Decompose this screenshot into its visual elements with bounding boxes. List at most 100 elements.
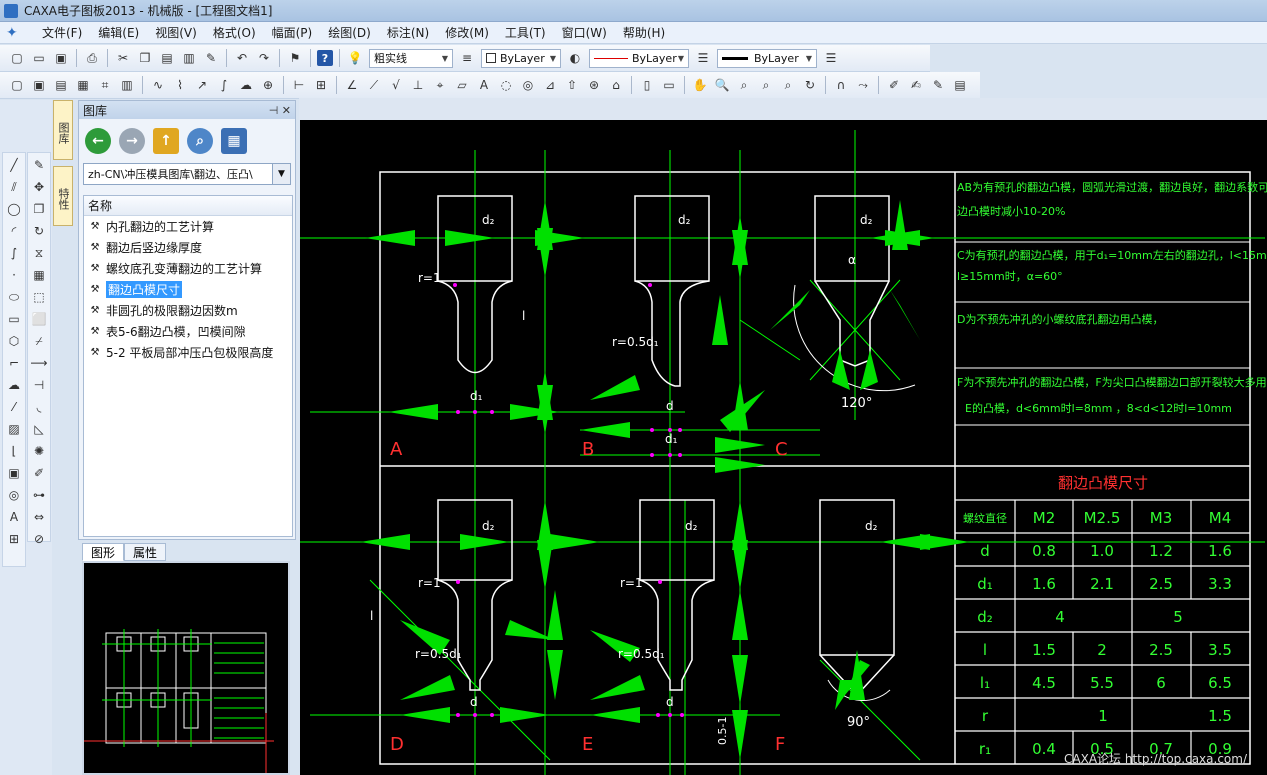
ellipse-icon[interactable]: ⬭ [4, 287, 24, 307]
extend-icon[interactable]: ⟶ [29, 353, 49, 373]
snap-icon[interactable]: ⤳ [854, 76, 872, 94]
block-icon[interactable]: ◎ [4, 485, 24, 505]
format-painter-icon[interactable]: ✎ [929, 76, 947, 94]
circle-icon[interactable]: ◯ [4, 199, 24, 219]
sheet-size-icon[interactable]: ▢ [8, 76, 26, 94]
rectangle-icon[interactable]: ▭ [4, 309, 24, 329]
menu-dimension[interactable]: 标注(N) [379, 24, 437, 41]
fillet-icon[interactable]: ◟ [29, 397, 49, 417]
text-icon[interactable]: A [475, 76, 493, 94]
frame-icon[interactable]: ▣ [30, 76, 48, 94]
cloud-icon[interactable]: ☁ [237, 76, 255, 94]
menu-format[interactable]: 格式(O) [205, 24, 264, 41]
fill-icon[interactable]: ▣ [4, 463, 24, 483]
back-icon[interactable]: ← [85, 128, 111, 154]
paste-special-icon[interactable]: ▥ [180, 49, 198, 67]
construction-line-icon[interactable]: ⁄ [4, 397, 24, 417]
text-draw-icon[interactable]: A [4, 507, 24, 527]
list-item[interactable]: ⚒ 非圆孔的极限翻边因数m [84, 300, 292, 321]
dimension-icon[interactable]: ⊢ [290, 76, 308, 94]
help-icon[interactable]: ? [317, 50, 333, 66]
library-path-combo[interactable]: zh-CN\冲压模具图库\翻边、压凸\ ▼ [83, 163, 291, 185]
explode-icon[interactable]: ✺ [29, 441, 49, 461]
list-item[interactable]: ⚒ 螺纹底孔变薄翻边的工艺计算 [84, 258, 292, 279]
arrow-icon[interactable]: ↗ [193, 76, 211, 94]
brush-icon[interactable]: ✐ [885, 76, 903, 94]
layer-state-icon[interactable]: 💡 [346, 49, 364, 67]
measure-icon[interactable]: ▭ [660, 76, 678, 94]
forward-icon[interactable]: → [119, 128, 145, 154]
regen-icon[interactable]: ↻ [801, 76, 819, 94]
rotate-icon[interactable]: ↻ [29, 221, 49, 241]
up-folder-icon[interactable]: ↑ [153, 128, 179, 154]
tolerance-icon[interactable]: ⌖ [431, 76, 449, 94]
zoom-previous-icon[interactable]: ⌕ [779, 76, 797, 94]
scale-icon[interactable]: ⬚ [29, 287, 49, 307]
pan-icon[interactable]: ✋ [691, 76, 709, 94]
menu-window[interactable]: 窗口(W) [554, 24, 615, 41]
app-menu-icon[interactable]: ✦ [6, 25, 26, 41]
list-column-header[interactable]: 名称 [84, 196, 292, 216]
view-mode-icon[interactable]: ▦ [221, 128, 247, 154]
erase-icon[interactable]: ✎ [29, 155, 49, 175]
align-icon[interactable]: ⇔ [29, 507, 49, 527]
break-line-icon[interactable]: ⌇ [171, 76, 189, 94]
datum-icon[interactable]: ⊥ [409, 76, 427, 94]
cut-icon[interactable]: ✂ [114, 49, 132, 67]
balloon-icon[interactable]: ◌ [497, 76, 515, 94]
hatch-icon[interactable]: ⚑ [286, 49, 304, 67]
arc-icon[interactable]: ◜ [4, 221, 24, 241]
hatch-draw-icon[interactable]: ▨ [4, 419, 24, 439]
engineering-drawing[interactable]: A B C D E F d₂ d₂ d₂ d₂ d₂ d₂ d₁ d₁ d d … [300, 120, 1267, 775]
view-arrow-icon[interactable]: ⇧ [563, 76, 581, 94]
mark-icon[interactable]: ⌂ [607, 76, 625, 94]
magnet-icon[interactable]: ∩ [832, 76, 850, 94]
list-item[interactable]: ⚒ 表5-6翻边凸模，凹模间隙 [84, 321, 292, 342]
leader-icon[interactable]: ⟋ [365, 76, 383, 94]
move-icon[interactable]: ✥ [29, 177, 49, 197]
print-icon[interactable]: ⎙ [83, 49, 101, 67]
menu-view[interactable]: 视图(V) [147, 24, 205, 41]
zoom-extents-icon[interactable]: ⌕ [757, 76, 775, 94]
spline-draw-icon[interactable]: ∫ [4, 243, 24, 263]
properties-icon[interactable]: ▯ [638, 76, 656, 94]
paste-icon[interactable]: ▤ [158, 49, 176, 67]
tab-library[interactable]: 图库 [53, 100, 73, 160]
linetype-combo[interactable]: 粗实线 ▼ [369, 48, 453, 68]
parallel-line-icon[interactable]: ⫽ [4, 177, 24, 197]
hole-icon[interactable]: ◎ [519, 76, 537, 94]
polyline-icon[interactable]: ⌐ [4, 353, 24, 373]
menu-file[interactable]: 文件(F) [34, 24, 90, 41]
section-icon[interactable]: ⊿ [541, 76, 559, 94]
stretch-icon[interactable]: ⬜ [29, 309, 49, 329]
menu-sheet[interactable]: 幅面(P) [264, 24, 321, 41]
spline-icon[interactable]: ∫ [215, 76, 233, 94]
parts-list-icon[interactable]: ⌗ [96, 76, 114, 94]
join-icon[interactable]: ⊶ [29, 485, 49, 505]
text-style-icon[interactable]: ✍ [907, 76, 925, 94]
insert-icon[interactable]: ⊞ [4, 529, 24, 549]
zoom-window-icon[interactable]: ⌕ [735, 76, 753, 94]
wave-line-icon[interactable]: ∿ [149, 76, 167, 94]
save-icon[interactable]: ▣ [52, 49, 70, 67]
redo-icon[interactable]: ↷ [255, 49, 273, 67]
mirror-icon[interactable]: ⧖ [29, 243, 49, 263]
menu-tools[interactable]: 工具(T) [497, 24, 554, 41]
menu-help[interactable]: 帮助(H) [615, 24, 673, 41]
tab-graphic[interactable]: 图形 [82, 543, 125, 561]
polygon-icon[interactable]: ⬡ [4, 331, 24, 351]
angle-dim-icon[interactable]: ∠ [343, 76, 361, 94]
array-icon[interactable]: ▦ [29, 265, 49, 285]
match-properties-icon[interactable]: ✎ [202, 49, 220, 67]
list-item-selected[interactable]: ⚒ 翻边凸模尺寸 [84, 279, 292, 300]
copy-draw-icon[interactable]: ❐ [29, 199, 49, 219]
notes-icon[interactable]: ▤ [951, 76, 969, 94]
weld-icon[interactable]: ▱ [453, 76, 471, 94]
lineweight-manager-icon[interactable]: ☰ [822, 49, 840, 67]
divide-icon[interactable]: ⊘ [29, 529, 49, 549]
table-icon[interactable]: ▦ [74, 76, 92, 94]
cloud-draw-icon[interactable]: ☁ [4, 375, 24, 395]
open-folder-icon[interactable]: ▭ [30, 49, 48, 67]
trim-icon[interactable]: ⌿ [29, 331, 49, 351]
new-file-icon[interactable]: ▢ [8, 49, 26, 67]
